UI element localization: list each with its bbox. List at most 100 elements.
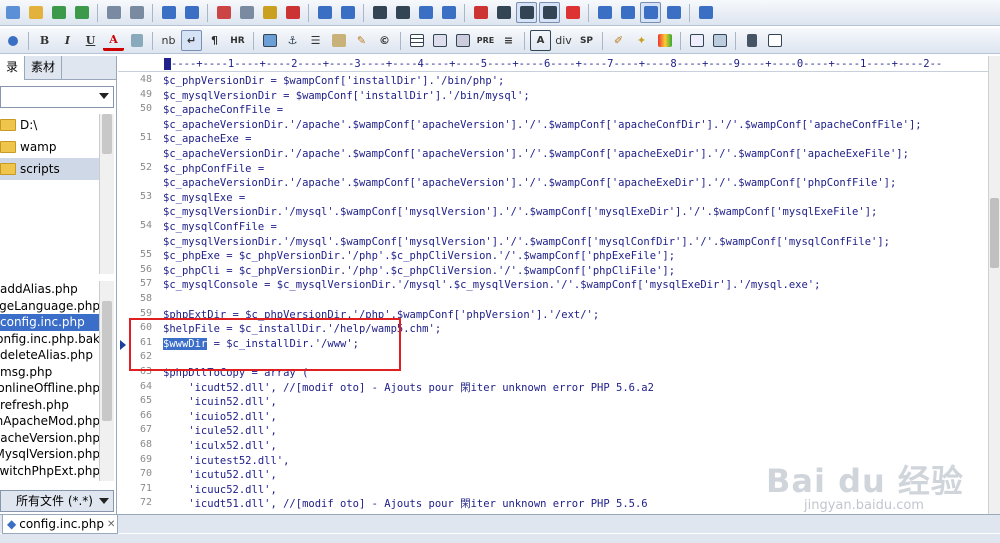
- align-icon[interactable]: [2, 30, 23, 51]
- tile-icon[interactable]: [640, 2, 661, 23]
- font-size-icon[interactable]: [470, 2, 491, 23]
- redo-icon[interactable]: [337, 2, 358, 23]
- wordwrap-icon[interactable]: [516, 2, 537, 23]
- code-line[interactable]: 'icuio52.dll',: [163, 410, 277, 425]
- file-list-item[interactable]: refresh.php: [0, 397, 100, 414]
- table-col-icon[interactable]: [452, 30, 473, 51]
- italic-button[interactable]: I: [57, 30, 78, 51]
- code-line[interactable]: $c_mysqlConfFile =: [163, 220, 277, 235]
- save-icon[interactable]: [48, 2, 69, 23]
- paste-icon[interactable]: [259, 2, 280, 23]
- spellcheck-icon[interactable]: [158, 2, 179, 23]
- code-line[interactable]: 'icuin52.dll',: [163, 395, 277, 410]
- file-list-item[interactable]: switchApacheMod.php: [0, 413, 100, 430]
- code-line[interactable]: $c_apacheConfFile =: [163, 103, 283, 118]
- heading-icon[interactable]: [493, 2, 514, 23]
- folder-scrollbar[interactable]: [99, 114, 114, 274]
- code-line[interactable]: 'icudt52.dll', //[modif oto] - Ajouts po…: [163, 381, 654, 396]
- file-list-item[interactable]: switchPhpExt.php: [0, 463, 100, 480]
- file-list-item[interactable]: onlineOffline.php: [0, 380, 100, 397]
- print-icon[interactable]: [126, 2, 147, 23]
- file-list-item[interactable]: addAlias.php: [0, 281, 100, 298]
- form-icon[interactable]: [328, 30, 349, 51]
- tab-directory[interactable]: 录: [0, 56, 26, 80]
- column-icon[interactable]: [539, 2, 560, 23]
- code-line[interactable]: $c_apacheVersionDir.'/apache'.$wampConf[…: [163, 176, 896, 191]
- save-all-icon[interactable]: [71, 2, 92, 23]
- copyright-icon[interactable]: ©: [374, 30, 395, 51]
- code-line[interactable]: $c_apacheVersionDir.'/apache'.$wampConf[…: [163, 147, 909, 162]
- file-list-item[interactable]: config.inc.php: [0, 314, 100, 331]
- goto-icon[interactable]: [438, 2, 459, 23]
- font-icon[interactable]: [126, 30, 147, 51]
- anchor-icon[interactable]: ⚓: [282, 30, 303, 51]
- table-row-icon[interactable]: [429, 30, 450, 51]
- code-line[interactable]: $c_mysqlVersionDir.'/mysql'.$wampConf['m…: [163, 205, 877, 220]
- list-ordered-icon[interactable]: ≡: [498, 30, 519, 51]
- file-list-item[interactable]: switchMysqlVersion.php: [0, 446, 100, 463]
- code-line[interactable]: $c_phpExe = $c_phpVersionDir.'/php'.$c_p…: [163, 249, 675, 264]
- code-line[interactable]: $c_mysqlVersionDir = $wampConf['installD…: [163, 89, 530, 104]
- print-preview-icon[interactable]: [103, 2, 124, 23]
- open-icon[interactable]: [25, 2, 46, 23]
- pre-button[interactable]: PRE: [475, 30, 496, 51]
- close-icon[interactable]: ✕: [107, 516, 115, 533]
- image-icon[interactable]: [259, 30, 280, 51]
- drive-select[interactable]: [0, 86, 114, 108]
- code-line[interactable]: $c_phpConfFile =: [163, 162, 264, 177]
- folder-item[interactable]: scripts: [0, 158, 100, 180]
- grid-icon[interactable]: [686, 30, 707, 51]
- cut-icon[interactable]: [213, 2, 234, 23]
- table-icon[interactable]: [406, 30, 427, 51]
- code-line[interactable]: 'iculx52.dll',: [163, 439, 277, 454]
- book-icon[interactable]: [741, 30, 762, 51]
- code-line[interactable]: $c_phpVersionDir = $wampConf['installDir…: [163, 74, 504, 89]
- split-icon[interactable]: [617, 2, 638, 23]
- bold-button[interactable]: B: [34, 30, 55, 51]
- color-icon[interactable]: [654, 30, 675, 51]
- code-line[interactable]: 'icutu52.dll',: [163, 468, 277, 483]
- check-icon[interactable]: [562, 2, 583, 23]
- window-icon[interactable]: [764, 30, 785, 51]
- file-list-item[interactable]: switchApacheVersion.php: [0, 430, 100, 447]
- file-list-item[interactable]: deleteAlias.php: [0, 347, 100, 364]
- folder-item[interactable]: D:\: [0, 114, 100, 136]
- frame-icon[interactable]: [709, 30, 730, 51]
- code-line[interactable]: $c_mysqlExe =: [163, 191, 245, 206]
- file-filter-select[interactable]: 所有文件 (*.*): [0, 490, 114, 512]
- code-line[interactable]: $c_mysqlVersionDir.'/mysql'.$wampConf['m…: [163, 235, 890, 250]
- undo-icon[interactable]: [314, 2, 335, 23]
- copy-icon[interactable]: [236, 2, 257, 23]
- line-break-icon[interactable]: ↵: [181, 30, 202, 51]
- edit-icon[interactable]: ✐: [608, 30, 629, 51]
- paragraph-button[interactable]: ¶: [204, 30, 225, 51]
- cascade-icon[interactable]: [663, 2, 684, 23]
- code-line[interactable]: 'icutest52.dll',: [163, 454, 289, 469]
- help-icon[interactable]: [695, 2, 716, 23]
- tab-materials[interactable]: 素材: [25, 56, 63, 80]
- code-editor[interactable]: ----+----1----+----2----+----3----+----4…: [118, 56, 1000, 514]
- editor-scrollbar[interactable]: [988, 56, 1000, 514]
- highlight-icon[interactable]: ✦: [631, 30, 652, 51]
- document-tab[interactable]: ◆ config.inc.php ✕: [2, 515, 118, 534]
- find-in-files-icon[interactable]: [415, 2, 436, 23]
- code-icon[interactable]: [181, 2, 202, 23]
- scroll-thumb[interactable]: [990, 198, 999, 268]
- list-icon[interactable]: ☰: [305, 30, 326, 51]
- window-icon[interactable]: [594, 2, 615, 23]
- div-button[interactable]: div: [553, 30, 574, 51]
- file-list-scrollbar[interactable]: [99, 281, 114, 481]
- scroll-thumb[interactable]: [102, 301, 112, 421]
- folder-item[interactable]: wamp: [0, 136, 100, 158]
- find-icon[interactable]: [369, 2, 390, 23]
- code-line[interactable]: 'icule52.dll',: [163, 424, 277, 439]
- code-line[interactable]: 'icudt51.dll', //[modif oto] - Ajouts po…: [163, 497, 647, 512]
- file-list-item[interactable]: config.inc.php.bak: [0, 331, 100, 348]
- delete-icon[interactable]: [282, 2, 303, 23]
- replace-icon[interactable]: [392, 2, 413, 23]
- code-line[interactable]: $c_phpCli = $c_phpVersionDir.'/php'.$c_p…: [163, 264, 675, 279]
- code-line[interactable]: $c_apacheVersionDir.'/apache'.$wampConf[…: [163, 118, 922, 133]
- hr-button[interactable]: HR: [227, 30, 248, 51]
- underline-button[interactable]: U: [80, 30, 101, 51]
- pencil-icon[interactable]: ✎: [351, 30, 372, 51]
